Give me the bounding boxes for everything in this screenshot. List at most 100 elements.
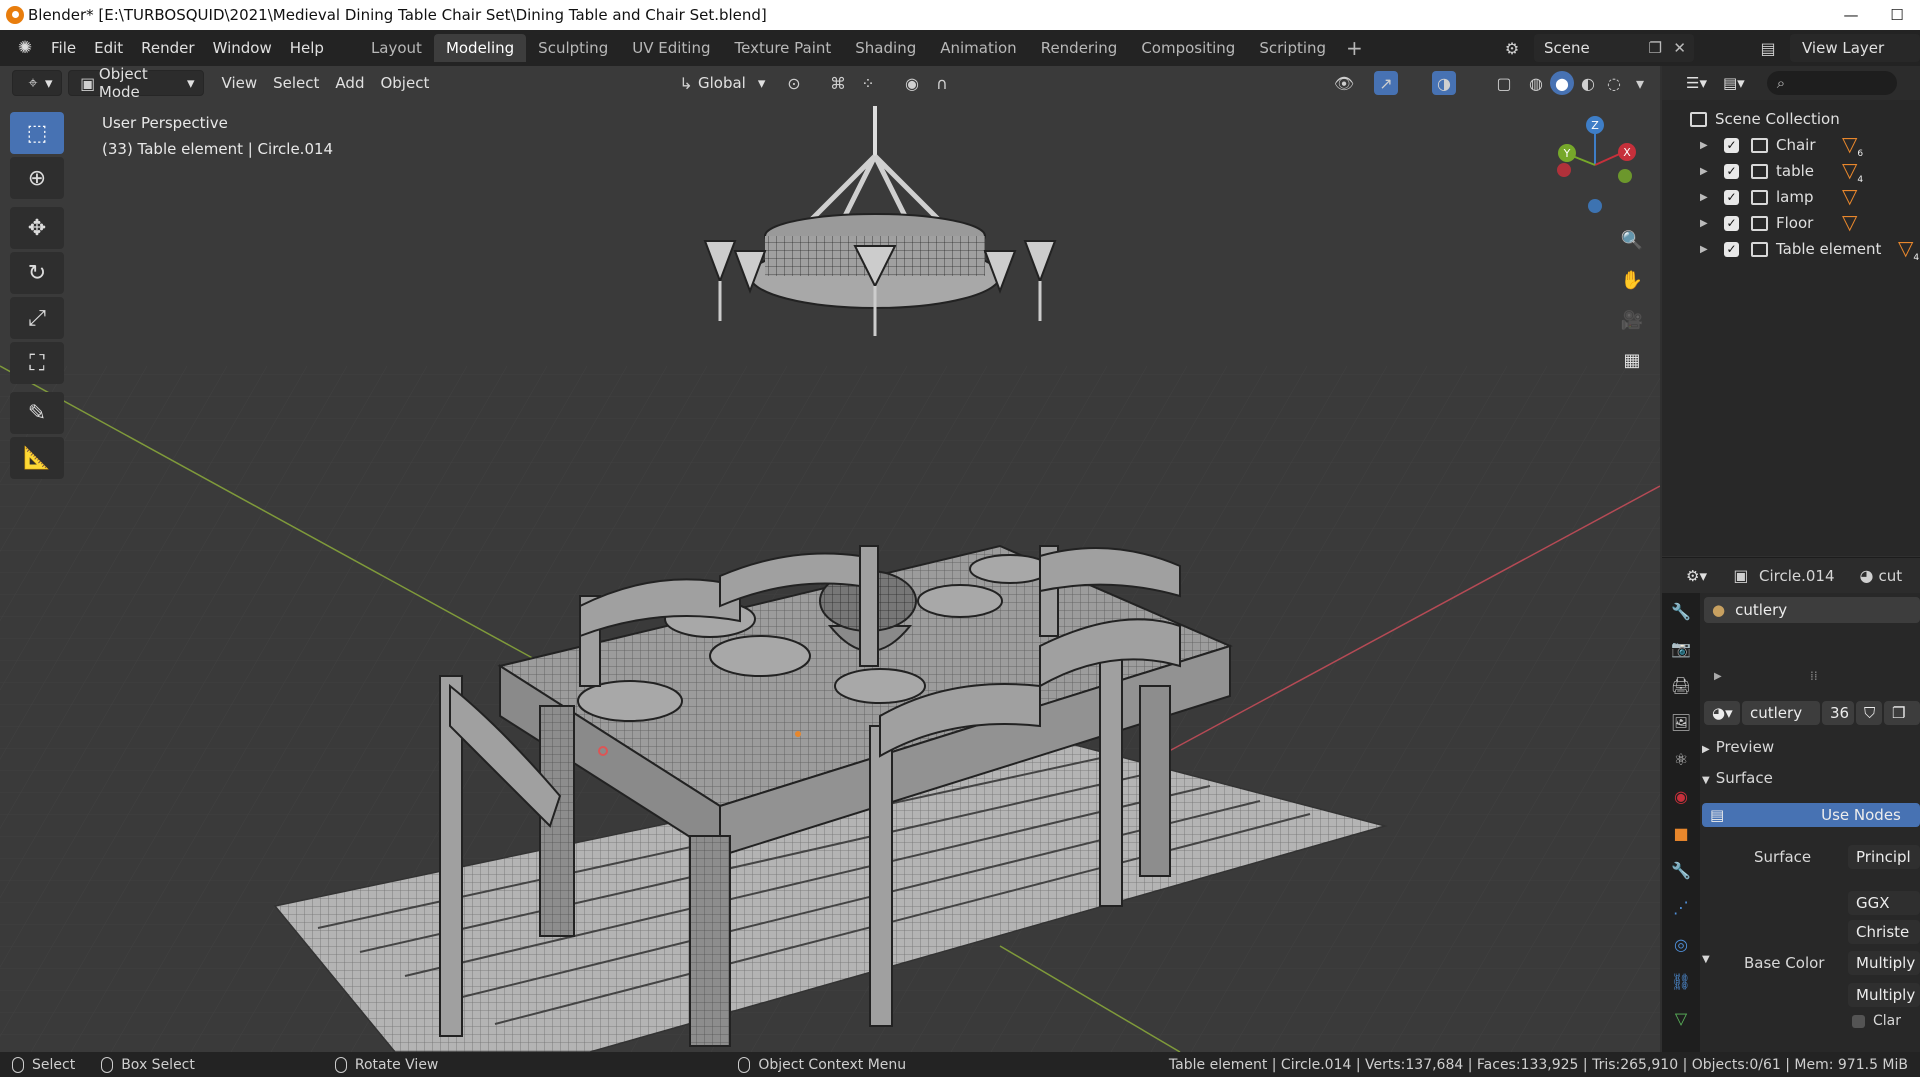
- gizmo-toggle-icon[interactable]: ↗: [1374, 71, 1398, 95]
- pivot-icon[interactable]: ⊙: [782, 71, 806, 95]
- menu-view[interactable]: View: [214, 70, 266, 96]
- outliner-row-chair[interactable]: ▶ ✓ Chair ▽6: [1662, 132, 1920, 159]
- wireframe-shading-icon[interactable]: ◍: [1524, 71, 1548, 95]
- annotate-tool-icon[interactable]: ✎: [10, 392, 64, 434]
- pan-hand-icon[interactable]: ✋: [1614, 262, 1650, 298]
- visibility-checkbox[interactable]: ✓: [1724, 137, 1739, 153]
- menu-render[interactable]: Render: [132, 39, 203, 57]
- tool-tab-icon[interactable]: 🔧: [1662, 593, 1700, 630]
- visibility-checkbox[interactable]: ✓: [1724, 215, 1739, 231]
- transform-orientation-dropdown[interactable]: ↳ Global ▾: [666, 70, 773, 96]
- expand-arrow-icon[interactable]: ▶: [1700, 166, 1710, 177]
- proportional-edit-icon[interactable]: ◉: [900, 71, 924, 95]
- blend-mode-dropdown[interactable]: Multiply: [1848, 983, 1920, 1007]
- surface-shader-field[interactable]: Principl: [1848, 845, 1920, 869]
- ortho-grid-icon[interactable]: ▦: [1614, 342, 1650, 378]
- render-tab-icon[interactable]: 📷: [1662, 630, 1700, 667]
- scene-close-icon[interactable]: ✕: [1673, 39, 1686, 57]
- mode-dropdown[interactable]: ▣ Object Mode ▾: [67, 66, 204, 101]
- solid-shading-icon[interactable]: ●: [1550, 71, 1574, 95]
- chevron-down-icon[interactable]: ▾: [1628, 71, 1652, 95]
- constraints-tab-icon[interactable]: ⛓: [1662, 963, 1700, 1000]
- visibility-icon[interactable]: 👁: [1332, 71, 1356, 95]
- menu-file[interactable]: File: [42, 39, 85, 57]
- menu-help[interactable]: Help: [281, 39, 333, 57]
- tab-scripting[interactable]: Scripting: [1247, 34, 1338, 62]
- rendered-shading-icon[interactable]: ◌: [1602, 71, 1626, 95]
- expand-arrow-icon[interactable]: ▶: [1700, 244, 1710, 255]
- outliner-row-floor[interactable]: ▶ ✓ Floor ▽: [1662, 210, 1920, 236]
- snap-grid-icon[interactable]: ⁘: [856, 71, 880, 95]
- outliner-row-table[interactable]: ▶ ✓ table ▽4: [1662, 158, 1920, 185]
- rotate-tool-icon[interactable]: ↻: [10, 252, 64, 294]
- menu-object[interactable]: Object: [372, 70, 437, 96]
- tab-texture-paint[interactable]: Texture Paint: [722, 34, 843, 62]
- display-mode-icon[interactable]: ▤▾: [1715, 70, 1753, 96]
- properties-editor-icon[interactable]: ⚙▾: [1678, 563, 1715, 589]
- material-name-field[interactable]: cutlery: [1742, 701, 1820, 725]
- falloff-icon[interactable]: ∩: [930, 71, 954, 95]
- cursor-tool-icon[interactable]: ⊕: [10, 157, 64, 199]
- world-tab-icon[interactable]: ◉: [1662, 778, 1700, 815]
- scene-type-icon[interactable]: ⚙: [1500, 36, 1524, 60]
- select-box-tool-icon[interactable]: ⬚: [10, 112, 64, 154]
- 3d-viewport[interactable]: ⌖ ▾ ▣ Object Mode ▾ View Select Add Objec…: [0, 66, 1660, 1052]
- outliner-editor-icon[interactable]: ☰▾: [1678, 70, 1715, 96]
- subsurface-method-dropdown[interactable]: Christe: [1848, 920, 1920, 944]
- clamp-checkbox[interactable]: Clar: [1852, 1013, 1901, 1029]
- tab-animation[interactable]: Animation: [928, 34, 1028, 62]
- menu-edit[interactable]: Edit: [85, 39, 132, 57]
- scene-copy-icon[interactable]: ❐: [1649, 39, 1662, 57]
- camera-view-icon[interactable]: 🎥: [1614, 302, 1650, 338]
- tab-compositing[interactable]: Compositing: [1129, 34, 1247, 62]
- output-tab-icon[interactable]: 🖨: [1662, 667, 1700, 704]
- move-tool-icon[interactable]: ✥: [10, 207, 64, 249]
- blender-menu-icon[interactable]: ✺: [14, 37, 36, 59]
- surface-section[interactable]: ▼ Surface: [1702, 769, 1773, 787]
- add-workspace-button[interactable]: +: [1338, 34, 1371, 62]
- view-layer-tab-icon[interactable]: 🖼: [1662, 704, 1700, 741]
- expand-arrow-icon[interactable]: ▶: [1700, 218, 1710, 229]
- scene-collection-row[interactable]: Scene Collection: [1662, 106, 1920, 132]
- expand-arrow-icon[interactable]: ▶: [1700, 140, 1710, 151]
- measure-tool-icon[interactable]: 📐: [10, 437, 64, 479]
- tab-sculpting[interactable]: Sculpting: [526, 34, 620, 62]
- visibility-checkbox[interactable]: ✓: [1724, 163, 1739, 179]
- base-color-expand-icon[interactable]: ▼: [1702, 954, 1710, 965]
- tab-layout[interactable]: Layout: [359, 34, 434, 62]
- expand-arrow-icon[interactable]: ▶: [1700, 192, 1710, 203]
- editor-type-button[interactable]: ⌖ ▾: [12, 70, 62, 96]
- zoom-icon[interactable]: 🔍: [1614, 222, 1650, 258]
- material-shading-icon[interactable]: ◐: [1576, 71, 1600, 95]
- use-nodes-button[interactable]: ▤ Use Nodes: [1702, 803, 1920, 827]
- browse-material-button[interactable]: ◕▾: [1704, 701, 1740, 725]
- new-material-icon[interactable]: ❐: [1884, 701, 1920, 725]
- tab-uv-editing[interactable]: UV Editing: [620, 34, 722, 62]
- base-color-node-field[interactable]: Multiply: [1848, 951, 1920, 975]
- material-slot-list[interactable]: ● cutlery: [1704, 597, 1920, 623]
- snap-icon[interactable]: ⌘: [826, 71, 850, 95]
- scene-selector[interactable]: Scene ✕ ❐: [1534, 34, 1694, 62]
- scale-tool-icon[interactable]: ⤢: [10, 297, 64, 339]
- distribution-dropdown[interactable]: GGX: [1848, 891, 1920, 915]
- overlay-toggle-icon[interactable]: ◑: [1432, 71, 1456, 95]
- transform-tool-icon[interactable]: ⛶: [10, 342, 64, 384]
- navigation-gizmo[interactable]: Z X Y: [1540, 110, 1650, 220]
- visibility-checkbox[interactable]: ✓: [1724, 241, 1739, 257]
- physics-tab-icon[interactable]: ◎: [1662, 926, 1700, 963]
- xray-icon[interactable]: ▢: [1492, 71, 1516, 95]
- tab-modeling[interactable]: Modeling: [433, 34, 527, 62]
- outliner-row-lamp[interactable]: ▶ ✓ lamp ▽: [1662, 184, 1920, 210]
- slot-expand-icon[interactable]: ▶: [1714, 671, 1722, 682]
- maximize-button[interactable]: ☐: [1874, 0, 1920, 30]
- view-layer-icon[interactable]: ▤: [1756, 36, 1780, 60]
- tab-rendering[interactable]: Rendering: [1029, 34, 1130, 62]
- resize-handle-icon[interactable]: ⁞⁞: [1810, 669, 1818, 683]
- outliner-row-table-element[interactable]: ▶ ✓ Table element ▽4: [1662, 236, 1920, 263]
- object-tab-icon[interactable]: ■: [1662, 815, 1700, 852]
- user-count[interactable]: 36: [1822, 701, 1854, 725]
- minimize-button[interactable]: —: [1828, 0, 1874, 30]
- menu-select[interactable]: Select: [265, 70, 327, 96]
- fake-user-icon[interactable]: ⛉: [1856, 701, 1882, 725]
- preview-section[interactable]: ▶ Preview: [1702, 738, 1774, 756]
